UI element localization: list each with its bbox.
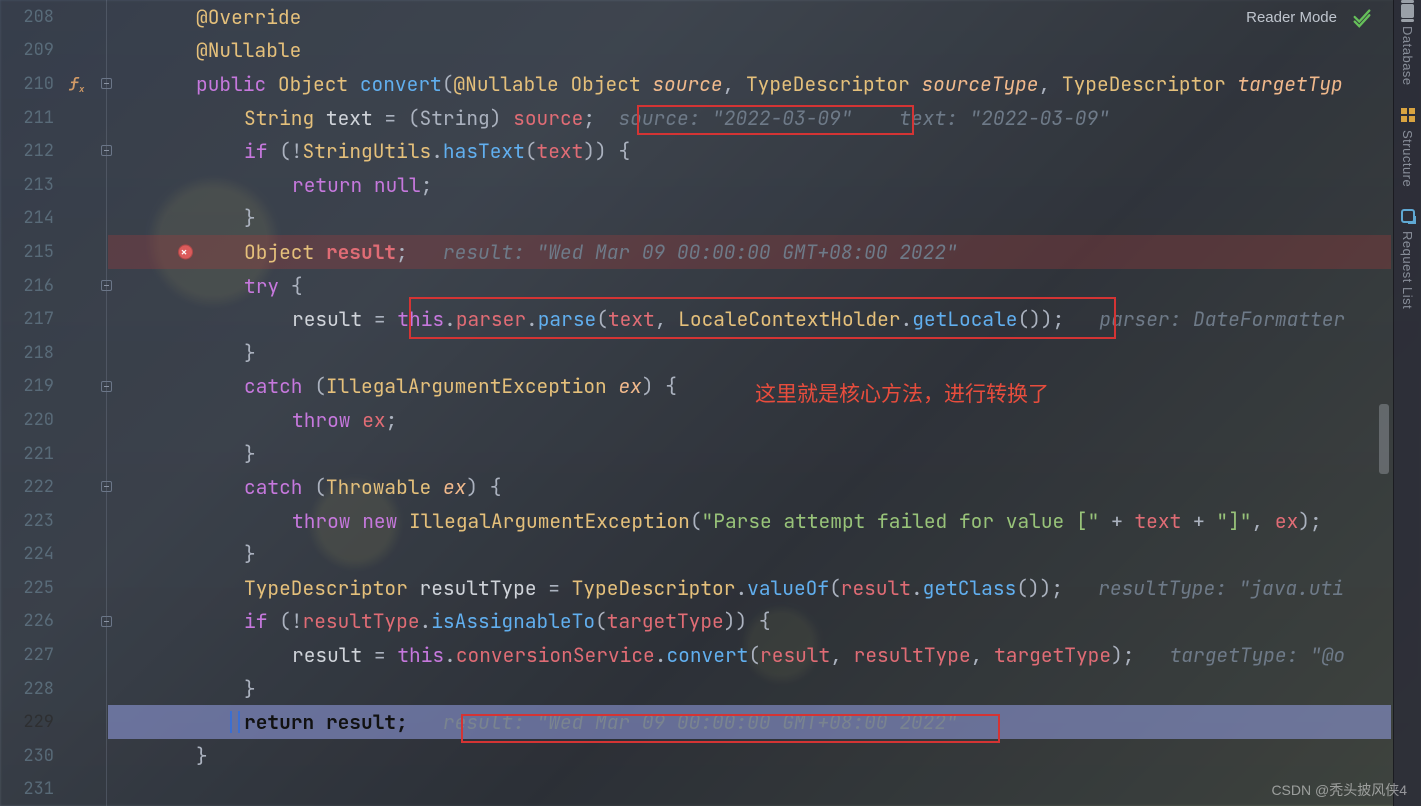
line-number: 221 (0, 443, 60, 465)
code-line[interactable]: 226 if (!resultType.isAssignableTo(target… (0, 605, 1391, 639)
watermark: CSDN @秃头披风侠4 (1271, 780, 1407, 800)
code-text: result = this.parser.parse(text, LocaleC… (292, 306, 1345, 332)
code-line[interactable]: 209 @Nullable (0, 34, 1391, 68)
fold-toggle-icon[interactable] (101, 280, 112, 291)
line-number: 208 (0, 6, 60, 28)
code-line[interactable]: 229return result; result: "Wed Mar 09 00… (108, 705, 1391, 739)
line-number: 209 (0, 39, 60, 61)
line-number: 212 (0, 140, 60, 162)
code-line[interactable]: 212 if (!StringUtils.hasText(text)) { (0, 134, 1391, 168)
code-text: Object result; result: "Wed Mar 09 00:00… (244, 239, 958, 265)
line-number: 213 (0, 174, 60, 196)
code-text: } (244, 340, 256, 366)
code-line[interactable]: 223 throw new IllegalArgumentException("P… (0, 504, 1391, 538)
code-text: public Object convert(@Nullable Object s… (196, 71, 1343, 97)
request-list-icon (1401, 209, 1415, 223)
code-line[interactable]: 222 catch (Throwable ex) { (0, 470, 1391, 504)
code-line[interactable]: 227 result = this.conversionService.conve… (0, 638, 1391, 672)
code-text: } (244, 541, 256, 567)
line-number: 219 (0, 375, 60, 397)
line-number: 230 (0, 745, 60, 767)
code-text: TypeDescriptor resultType = TypeDescript… (244, 575, 1344, 601)
execution-caret (230, 711, 232, 733)
code-text: @Nullable (196, 37, 301, 63)
line-number: 224 (0, 543, 60, 565)
code-line[interactable]: 214} (0, 202, 1391, 236)
code-text: catch (Throwable ex) { (244, 474, 501, 500)
line-number: 217 (0, 308, 60, 330)
code-text: try { (244, 273, 303, 299)
code-line[interactable]: 219 catch (IllegalArgumentException ex) { (0, 370, 1391, 404)
line-number: 215 (0, 241, 60, 263)
code-text: @Override (196, 4, 301, 30)
code-text: catch (IllegalArgumentException ex) { (244, 373, 677, 399)
code-line[interactable]: 213 return null; (0, 168, 1391, 202)
line-number: 225 (0, 577, 60, 599)
fold-toggle-icon[interactable] (101, 616, 112, 627)
code-text: throw ex; (292, 407, 397, 433)
function-icon: ƒx (70, 73, 84, 95)
code-text: } (244, 441, 256, 467)
fold-toggle-icon[interactable] (101, 381, 112, 392)
code-line[interactable]: 217 result = this.parser.parse(text, Loca… (0, 302, 1391, 336)
line-number: 218 (0, 342, 60, 364)
code-line[interactable]: 228} (0, 672, 1391, 706)
annotation-text: 这里就是核心方法，进行转换了 (755, 378, 1049, 408)
structure-icon (1401, 108, 1415, 122)
code-text: } (244, 205, 256, 231)
code-line[interactable]: 218} (0, 336, 1391, 370)
code-text: } (244, 676, 256, 702)
code-text: throw new IllegalArgumentException("Pars… (292, 508, 1322, 534)
code-line[interactable]: 211 String text = (String) source; source… (0, 101, 1391, 135)
code-line[interactable]: 208 @Override (0, 0, 1391, 34)
code-text: } (196, 743, 208, 769)
code-line[interactable]: 220 throw ex; (0, 403, 1391, 437)
line-number: 220 (0, 409, 60, 431)
line-number: 216 (0, 275, 60, 297)
line-number: 210 (0, 73, 60, 95)
right-tool-rail: Database Structure Request List (1393, 0, 1421, 806)
code-text: result = this.conversionService.convert(… (292, 642, 1345, 668)
code-text: return result; result: "Wed Mar 09 00:00… (244, 709, 958, 735)
line-number: 231 (0, 778, 60, 800)
code-line[interactable]: 216 try { (0, 269, 1391, 303)
code-line[interactable]: 215Object result; result: "Wed Mar 09 00… (108, 235, 1391, 269)
code-text: if (!StringUtils.hasText(text)) { (244, 138, 630, 164)
code-text: return null; (292, 172, 432, 198)
code-line[interactable]: 221} (0, 437, 1391, 471)
line-number: 223 (0, 510, 60, 532)
code-line[interactable]: 231 (0, 773, 1391, 806)
line-number: 226 (0, 610, 60, 632)
fold-toggle-icon[interactable] (101, 78, 112, 89)
code-line[interactable]: 224} (0, 538, 1391, 572)
code-text: String text = (String) source; source: "… (244, 105, 1110, 131)
tool-structure[interactable]: Structure (1400, 124, 1415, 197)
code-line[interactable]: 225 TypeDescriptor resultType = TypeDescr… (0, 571, 1391, 605)
line-number: 229 (0, 711, 60, 733)
execution-caret (238, 711, 240, 733)
line-number: 211 (0, 107, 60, 129)
database-icon (1401, 4, 1414, 18)
fold-toggle-icon[interactable] (101, 145, 112, 156)
tool-database[interactable]: Database (1400, 20, 1415, 96)
line-number: 222 (0, 476, 60, 498)
tool-request-list[interactable]: Request List (1400, 225, 1415, 319)
line-number: 228 (0, 678, 60, 700)
fold-toggle-icon[interactable] (101, 481, 112, 492)
line-number: 227 (0, 644, 60, 666)
code-line[interactable]: 230} (0, 739, 1391, 773)
code-text: if (!resultType.isAssignableTo(targetTyp… (244, 608, 771, 634)
code-editor[interactable]: 208 @Override 209 @Nullable 210 ƒx public Obje… (0, 0, 1391, 806)
code-line[interactable]: 210 ƒx public Object convert(@Nullable Obj… (0, 67, 1391, 101)
line-number: 214 (0, 207, 60, 229)
